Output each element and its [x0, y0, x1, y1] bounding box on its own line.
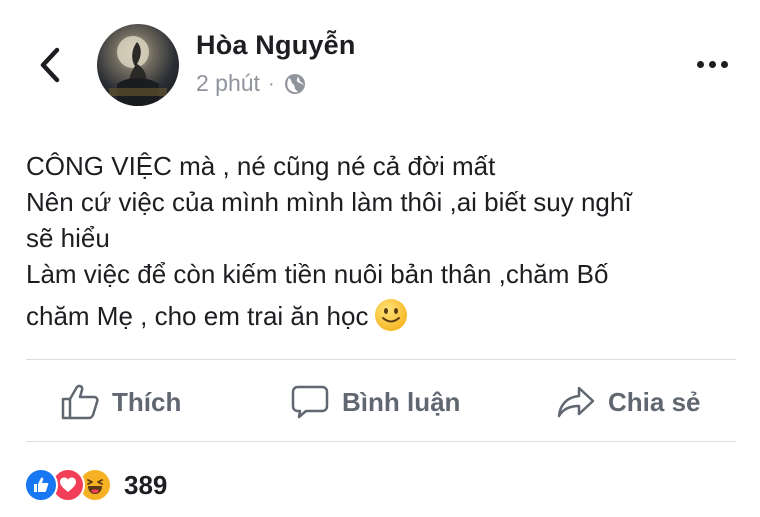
author-name[interactable]: Hòa Nguyễn	[196, 30, 356, 61]
like-button[interactable]: Thích	[60, 362, 181, 442]
share-button[interactable]: Chia sẻ	[556, 362, 701, 442]
more-options-button[interactable]	[690, 52, 734, 76]
divider	[26, 359, 736, 360]
share-label: Chia sẻ	[608, 386, 701, 417]
like-label: Thích	[112, 386, 182, 417]
thumbs-up-icon	[61, 384, 99, 420]
reaction-summary[interactable]: 389	[24, 463, 167, 507]
action-bar: Thích Bình luận Chia sẻ	[0, 362, 760, 442]
more-options-dot	[696, 60, 704, 68]
avatar[interactable]	[97, 24, 179, 106]
post-header: Hòa Nguyễn 2 phút ·	[0, 0, 760, 130]
post-body: CÔNG VIỆC mà , né cũng né cả đời mất Nên…	[26, 148, 738, 335]
chevron-left-icon	[40, 47, 60, 83]
reaction-count: 389	[124, 469, 168, 500]
divider	[26, 441, 736, 442]
globe-icon	[284, 73, 305, 94]
post-meta: 2 phút ·	[196, 70, 307, 97]
share-arrow-icon	[557, 386, 595, 418]
post-line: Làm việc để còn kiếm tiền nuôi bản thân …	[26, 259, 609, 289]
avatar-image	[109, 36, 167, 106]
post-line: CÔNG VIỆC mà , né cũng né cả đời mất	[26, 151, 496, 181]
post-line: Nên cứ việc của mình mình làm thôi ,ai b…	[26, 187, 632, 217]
slightly-smiling-face-icon	[375, 299, 408, 332]
back-button[interactable]	[30, 42, 70, 88]
post-line: chăm Mẹ , cho em trai ăn học	[26, 301, 369, 331]
meta-separator: ·	[267, 72, 275, 95]
more-options-dot	[708, 60, 716, 68]
more-options-dot	[720, 60, 728, 68]
post-time[interactable]: 2 phút	[196, 70, 260, 97]
like-reaction-icon	[24, 468, 58, 502]
comment-label: Bình luận	[342, 386, 461, 417]
comment-icon	[291, 385, 329, 419]
post-line: sẽ hiểu	[26, 223, 110, 253]
comment-button[interactable]: Bình luận	[290, 362, 460, 442]
post-line-last: chăm Mẹ , cho em trai ăn học	[26, 298, 738, 335]
